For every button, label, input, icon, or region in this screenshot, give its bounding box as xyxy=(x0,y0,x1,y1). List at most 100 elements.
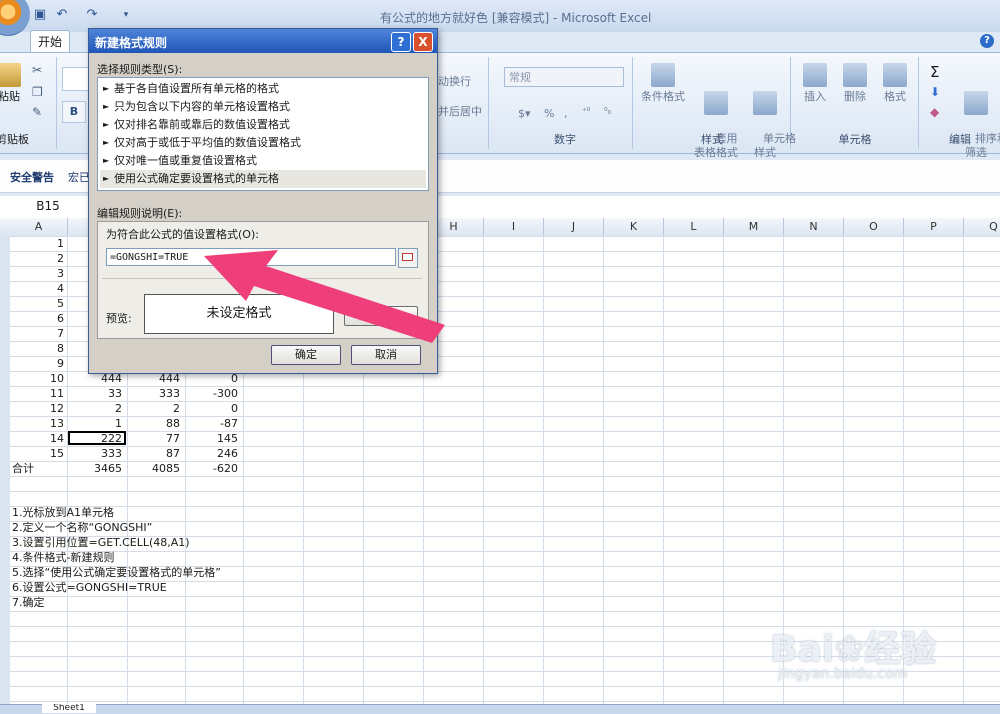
wrap-text-button[interactable]: 动换行 xyxy=(438,73,471,89)
note-text[interactable]: 3.设置引用位置=GET.CELL(48,A1) xyxy=(12,535,190,550)
column-header[interactable]: M xyxy=(724,218,784,236)
note-text[interactable]: 4.条件格式-新建规则 xyxy=(12,550,114,565)
insert-button[interactable]: 插入 xyxy=(798,63,832,104)
cell[interactable]: 145 xyxy=(188,431,238,446)
tab-home[interactable]: 开始 xyxy=(30,30,70,53)
format-button-dialog[interactable]: 格式(F)... xyxy=(344,306,418,326)
column-header[interactable]: O xyxy=(844,218,904,236)
number-format-select[interactable]: 常规 xyxy=(504,67,624,87)
merge-center-button[interactable]: 并后居中 xyxy=(438,103,482,119)
column-header[interactable]: A xyxy=(10,218,68,236)
font-name-box[interactable] xyxy=(62,67,90,91)
cell[interactable]: 合计 xyxy=(12,461,64,476)
paste-button[interactable]: 粘贴 xyxy=(0,63,24,104)
note-text[interactable]: 2.定义一个名称“GONGSHI” xyxy=(12,520,152,535)
cell[interactable]: 1 xyxy=(12,236,64,251)
delete-button[interactable]: 删除 xyxy=(838,63,872,104)
name-box[interactable]: B15 xyxy=(0,196,97,216)
cell[interactable]: 333 xyxy=(70,446,122,461)
office-button[interactable] xyxy=(0,0,30,36)
cell[interactable]: 4085 xyxy=(130,461,180,476)
sort-filter-button[interactable]: 排序和 筛选 xyxy=(954,63,1000,174)
cut-icon[interactable]: ✂ xyxy=(32,63,42,77)
note-text[interactable]: 7.确定 xyxy=(12,595,45,610)
conditional-format-button[interactable]: 条件格式 xyxy=(636,63,690,104)
column-header[interactable]: L xyxy=(664,218,724,236)
cell[interactable]: 14 xyxy=(12,431,64,446)
column-header[interactable]: P xyxy=(904,218,964,236)
column-header[interactable]: N xyxy=(784,218,844,236)
undo-icon[interactable]: ↶ xyxy=(54,7,70,23)
save-icon[interactable]: ▣ xyxy=(32,7,48,23)
rule-type-item[interactable]: ► 仅对排名靠前或靠后的数值设置格式 xyxy=(100,116,426,134)
customize-qat-icon[interactable]: ▾ xyxy=(118,7,134,23)
cell[interactable]: 33 xyxy=(70,386,122,401)
note-text[interactable]: 1.光标放到A1单元格 xyxy=(12,505,114,520)
bold-button[interactable]: B xyxy=(62,101,86,123)
cell[interactable]: 1 xyxy=(70,416,122,431)
cell[interactable]: 11 xyxy=(12,386,64,401)
rule-type-item[interactable]: ► 仅对高于或低于平均值的数值设置格式 xyxy=(100,134,426,152)
copy-icon[interactable]: ❐ xyxy=(32,85,43,99)
cell[interactable]: -300 xyxy=(188,386,238,401)
cell[interactable]: 3465 xyxy=(70,461,122,476)
cell[interactable]: 2 xyxy=(70,401,122,416)
cell[interactable]: 4 xyxy=(12,281,64,296)
cell-style-button[interactable]: 单元格 样式 xyxy=(742,63,796,174)
rule-type-item[interactable]: ► 仅对唯一值或重复值设置格式 xyxy=(100,152,426,170)
cell[interactable]: 0 xyxy=(188,401,238,416)
rule-type-list[interactable]: ► 基于各自值设置所有单元格的格式 ► 只为包含以下内容的单元格设置格式 ► 仅对排名靠前… xyxy=(97,77,429,191)
cell[interactable]: 2 xyxy=(130,401,180,416)
rule-type-item[interactable]: ► 只为包含以下内容的单元格设置格式 xyxy=(100,98,426,116)
dialog-close-button[interactable]: X xyxy=(413,32,433,52)
collapse-dialog-button[interactable] xyxy=(398,248,418,268)
column-header[interactable]: I xyxy=(484,218,544,236)
cell[interactable]: 87 xyxy=(130,446,180,461)
note-text[interactable]: 5.选择“使用公式确定要设置格式的单元格” xyxy=(12,565,221,580)
cell[interactable]: 10 xyxy=(12,371,64,386)
watermark-url: jingyan.baidu.com xyxy=(778,666,908,682)
rule-type-item[interactable]: ► 使用公式确定要设置格式的单元格 xyxy=(100,170,426,188)
cell[interactable]: 7 xyxy=(12,326,64,341)
cell[interactable]: 9 xyxy=(12,356,64,371)
rule-description-label: 编辑规则说明(E): xyxy=(97,207,183,220)
redo-icon[interactable]: ↷ xyxy=(84,7,100,23)
cell[interactable]: 77 xyxy=(130,431,180,446)
cell[interactable]: -87 xyxy=(188,416,238,431)
dialog-help-button[interactable]: ? xyxy=(391,32,411,52)
help-icon[interactable]: ? xyxy=(980,34,994,48)
autosum-button[interactable]: Σ xyxy=(930,63,939,81)
note-text[interactable]: 6.设置公式=GONGSHI=TRUE xyxy=(12,580,167,595)
format-button[interactable]: 格式 xyxy=(878,63,912,104)
cancel-button[interactable]: 取消 xyxy=(351,345,421,365)
cell[interactable]: 5 xyxy=(12,296,64,311)
clear-icon[interactable]: ◆ xyxy=(930,105,939,119)
cell[interactable]: 6 xyxy=(12,311,64,326)
format-painter-icon[interactable]: ✎ xyxy=(32,105,42,119)
column-header[interactable]: J xyxy=(544,218,604,236)
formula-input[interactable]: =GONGSHI=TRUE xyxy=(106,248,396,266)
cell[interactable]: 333 xyxy=(130,386,180,401)
cell[interactable]: 12 xyxy=(12,401,64,416)
fill-icon[interactable]: ⬇ xyxy=(930,85,940,99)
sheet-tab-sheet1[interactable]: Sheet1 xyxy=(42,704,96,713)
cell[interactable]: 13 xyxy=(12,416,64,431)
increase-decimal-icon[interactable]: ⁺⁰ xyxy=(582,107,590,117)
cell[interactable]: 8 xyxy=(12,341,64,356)
comma-button[interactable]: , xyxy=(564,107,568,120)
cell[interactable]: 88 xyxy=(130,416,180,431)
currency-icon[interactable]: $▾ xyxy=(518,107,531,120)
column-header[interactable]: K xyxy=(604,218,664,236)
decrease-decimal-icon[interactable]: ⁰₀ xyxy=(604,107,611,117)
column-header[interactable]: Q xyxy=(964,218,1000,236)
cell[interactable]: -620 xyxy=(188,461,238,476)
cell[interactable]: 3 xyxy=(12,266,64,281)
cell[interactable]: 15 xyxy=(12,446,64,461)
cell[interactable]: 246 xyxy=(188,446,238,461)
percent-button[interactable]: % xyxy=(544,107,554,120)
cell[interactable]: 2 xyxy=(12,251,64,266)
table-format-button[interactable]: 套用 表格格式 xyxy=(688,63,744,174)
cell[interactable]: 222 xyxy=(70,431,122,446)
ok-button[interactable]: 确定 xyxy=(271,345,341,365)
rule-type-item[interactable]: ► 基于各自值设置所有单元格的格式 xyxy=(100,80,426,98)
